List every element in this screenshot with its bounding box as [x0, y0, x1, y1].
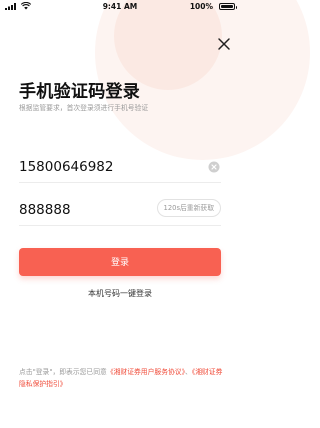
phone-field [19, 152, 221, 183]
resend-code-button[interactable]: 120s后重新获取 [156, 199, 221, 217]
status-bar: 9:41 AM 100% [0, 0, 240, 14]
battery-icon [219, 3, 237, 10]
page-subtitle: 根据监管要求，首次登录须进行手机号验证 [19, 104, 149, 112]
page-title: 手机验证码登录 [19, 82, 141, 102]
agreement-prefix: 点击"登录"，即表示您已同意 [19, 368, 107, 376]
verification-code-input[interactable] [19, 201, 179, 219]
clear-circle-icon[interactable] [208, 161, 220, 173]
agreement-separator: 、 [185, 368, 192, 376]
phone-input[interactable] [19, 158, 179, 176]
verification-code-field: 120s后重新获取 [19, 195, 221, 226]
agreement-text: 点击"登录"，即表示您已同意《湘财证券用户服务协议》、《湘财证券隐私保护指引》 [19, 366, 229, 390]
user-agreement-link[interactable]: 《湘财证券用户服务协议》 [107, 368, 185, 376]
login-button[interactable]: 登录 [19, 248, 221, 276]
close-icon[interactable] [217, 37, 231, 51]
one-click-login-link[interactable]: 本机号码一键登录 [0, 288, 240, 299]
battery-percent: 100% [189, 2, 213, 11]
